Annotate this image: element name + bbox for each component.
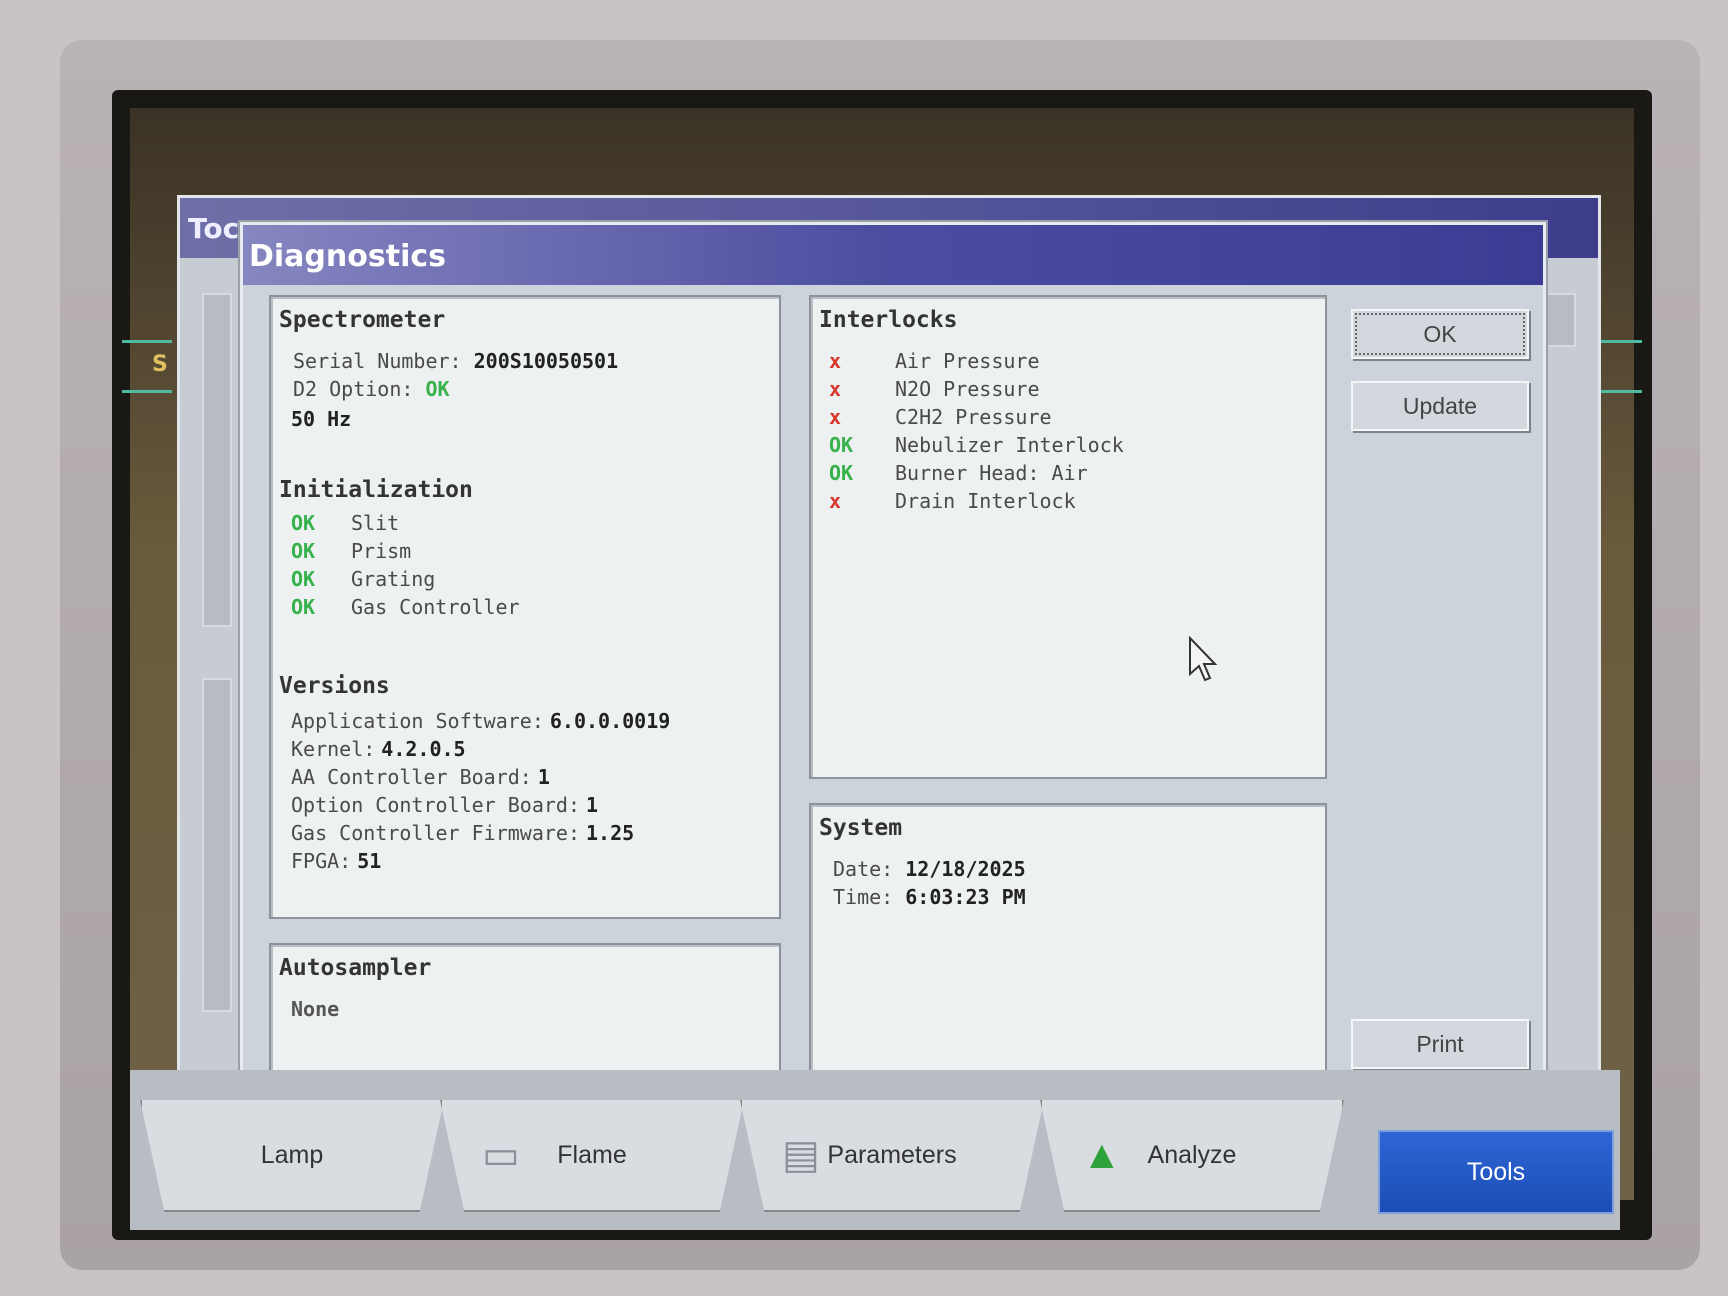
interlock-item: x C2H2 Pressure [829,405,1052,429]
date-value: 12/18/2025 [905,857,1026,881]
version-value: 1.25 [585,821,635,845]
version-item: Application Software: 6.0.0.0019 [291,709,670,733]
interlock-status: x [829,489,842,513]
version-label: Option Controller Board: [291,793,580,817]
tab-bar-container: Lamp ▭ Flame ▤ Parameters ▲ Analyze Tool… [130,1060,1620,1230]
time-row: Time: 6:03:23 PM [833,885,1026,909]
interlock-item: x Drain Interlock [829,489,1076,513]
ok-button[interactable]: OK [1351,309,1529,359]
version-label: Gas Controller Firmware: [291,821,580,845]
spectrometer-panel: Spectrometer Serial Number: 200S10050501… [269,295,781,919]
mouse-cursor-icon [1189,636,1218,682]
init-status: OK [291,595,316,619]
init-label: Slit [351,511,400,535]
side-label: S [152,352,168,377]
flask-icon: ▲ [1082,1132,1122,1177]
d2-option-status: OK [425,377,450,401]
tab-parameters[interactable]: ▤ Parameters [740,1100,1044,1212]
version-value: 51 [357,849,382,873]
version-label: Application Software: [291,709,544,733]
spectrometer-heading: Spectrometer [279,307,446,333]
initialization-item: OK Slit [291,511,399,535]
version-item: AA Controller Board: 1 [291,765,550,789]
version-value: 4.2.0.5 [381,737,466,761]
version-value: 1 [537,765,550,789]
autosampler-panel: Autosampler None [269,943,781,1075]
interlocks-panel: Interlocks x Air Pressure x N2O Pressure x C2… [809,295,1327,779]
init-label: Prism [351,539,412,563]
versions-heading: Versions [279,673,390,699]
interlock-item: OK Burner Head: Air [829,461,1088,485]
interlock-label: Drain Interlock [895,489,1076,513]
tab-lamp[interactable]: Lamp [140,1100,444,1212]
initialization-heading: Initialization [279,477,473,503]
system-panel: System Date: 12/18/2025 Time: 6:03:23 PM [809,803,1327,1075]
interlock-item: x Air Pressure [829,349,1040,373]
interlock-status: x [829,377,842,401]
frequency-value: 50 Hz [291,407,352,431]
date-row: Date: 12/18/2025 [833,857,1026,881]
interlock-status: x [829,405,842,429]
tab-tools[interactable]: Tools [1378,1130,1614,1214]
interlock-label: N2O Pressure [895,377,1040,401]
version-label: Kernel: [291,737,376,761]
interlock-status: x [829,349,842,373]
initialization-item: OK Prism [291,539,411,563]
serial-number-value: 200S10050501 [473,349,619,373]
interlock-status: OK [829,433,854,457]
system-heading: System [819,815,903,841]
version-label: FPGA: [291,849,352,873]
serial-number-row: Serial Number: 200S10050501 [293,349,619,373]
interlock-item: x N2O Pressure [829,377,1040,401]
interlock-label: Air Pressure [895,349,1040,373]
side-panel [202,678,232,1012]
init-label: Grating [351,567,436,591]
version-label: AA Controller Board: [291,765,532,789]
autosampler-value: None [291,997,340,1021]
side-panel [1546,293,1576,347]
status-line [122,340,172,343]
interlocks-heading: Interlocks [819,307,958,333]
interlock-item: OK Nebulizer Interlock [829,433,1124,457]
status-line [122,390,172,393]
version-value: 1 [585,793,599,817]
init-label: Gas Controller [351,595,520,619]
initialization-item: OK Grating [291,567,435,591]
parameters-icon: ▤ [782,1133,820,1177]
dialog-title: Diagnostics [243,225,1543,285]
init-status: OK [291,511,316,535]
tab-bar: Lamp ▭ Flame ▤ Parameters ▲ Analyze Tool… [130,1070,1620,1230]
autosampler-heading: Autosampler [279,955,432,981]
init-status: OK [291,539,316,563]
time-value: 6:03:23 PM [905,885,1026,909]
tab-analyze[interactable]: ▲ Analyze [1040,1100,1344,1212]
version-item: Gas Controller Firmware: 1.25 [291,821,634,845]
version-item: FPGA: 51 [291,849,381,873]
update-button[interactable]: Update [1351,381,1529,431]
diagnostics-dialog: Diagnostics Spectrometer Serial Number: … [240,222,1546,1108]
interlock-label: Nebulizer Interlock [895,433,1124,457]
interlock-label: Burner Head: Air [895,461,1088,485]
initialization-item: OK Gas Controller [291,595,520,619]
interlock-status: OK [829,461,854,485]
version-value: 6.0.0.0019 [549,709,671,733]
interlock-label: C2H2 Pressure [895,405,1052,429]
d2-option-row: D2 Option: OK [293,377,450,401]
init-status: OK [291,567,316,591]
version-item: Option Controller Board: 1 [291,793,598,817]
tab-flame[interactable]: ▭ Flame [440,1100,744,1212]
side-panel [202,293,232,627]
flame-icon: ▭ [482,1133,520,1177]
version-item: Kernel: 4.2.0.5 [291,737,466,761]
